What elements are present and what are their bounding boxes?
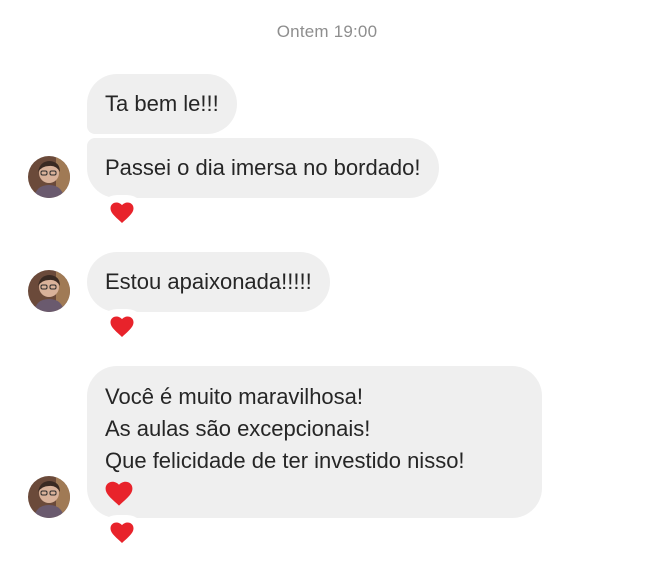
message-bubble[interactable]: Ta bem le!!! xyxy=(87,74,237,134)
avatar-photo xyxy=(28,156,70,198)
avatar[interactable] xyxy=(28,270,70,312)
reaction-badge[interactable] xyxy=(100,516,144,550)
message-text: As aulas são excepcionais! xyxy=(105,416,371,441)
message-text: Você é muito maravilhosa! xyxy=(105,384,364,409)
heart-icon xyxy=(110,316,134,337)
heart-icon xyxy=(105,481,133,506)
message-text: Ta bem le!!! xyxy=(105,91,219,116)
message-text: Passei o dia imersa no bordado! xyxy=(105,155,421,180)
heart-icon xyxy=(110,202,134,223)
message-text: Estou apaixonada!!!!! xyxy=(105,269,312,294)
avatar-photo xyxy=(28,270,70,312)
message-bubble[interactable]: Passei o dia imersa no bordado! xyxy=(87,138,439,198)
message-bubble[interactable]: Você é muito maravilhosa! As aulas são e… xyxy=(87,366,542,518)
avatar[interactable] xyxy=(28,476,70,518)
heart-icon xyxy=(110,522,134,543)
message-bubble[interactable]: Estou apaixonada!!!!! xyxy=(87,252,330,312)
avatar[interactable] xyxy=(28,156,70,198)
message-text: Que felicidade de ter investido nisso! xyxy=(105,448,465,473)
avatar-photo xyxy=(28,476,70,518)
reaction-badge[interactable] xyxy=(100,310,144,344)
timestamp: Ontem 19:00 xyxy=(276,22,378,41)
reaction-badge[interactable] xyxy=(100,196,144,230)
